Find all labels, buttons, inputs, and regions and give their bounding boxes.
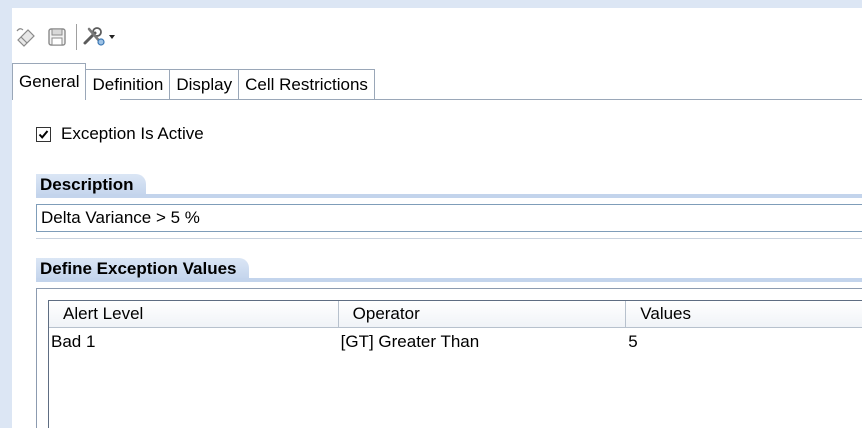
cell-value: Bad 1 bbox=[51, 332, 96, 351]
tab-label: Cell Restrictions bbox=[245, 75, 368, 94]
toolbar bbox=[12, 18, 117, 56]
save-button[interactable] bbox=[42, 22, 72, 52]
tab-strip: General Definition Display Cell Restrict… bbox=[12, 62, 375, 100]
exception-values-grid[interactable]: Alert Level Operator Values Bad 1 [GT] G… bbox=[48, 300, 862, 428]
eraser-button[interactable] bbox=[12, 22, 42, 52]
description-header-label: Description bbox=[40, 175, 134, 194]
tab-label: Display bbox=[176, 75, 233, 94]
column-header-label: Alert Level bbox=[63, 304, 144, 323]
description-input[interactable]: Delta Variance > 5 % bbox=[36, 204, 862, 232]
cell-value: [GT] Greater Than bbox=[340, 332, 480, 351]
tools-dropdown-button[interactable] bbox=[81, 22, 117, 52]
define-values-group-header: Define Exception Values bbox=[36, 258, 249, 280]
tab-display[interactable]: Display bbox=[170, 69, 240, 100]
save-icon bbox=[48, 28, 66, 46]
description-header-underline bbox=[36, 194, 862, 198]
description-value: Delta Variance > 5 % bbox=[41, 208, 200, 227]
table-row[interactable]: Bad 1 [GT] Greater Than 5 bbox=[49, 328, 862, 356]
grid-header: Alert Level Operator Values bbox=[49, 301, 862, 328]
description-divider bbox=[36, 238, 862, 239]
tab-label: Definition bbox=[92, 75, 164, 94]
checkmark-icon bbox=[38, 129, 49, 139]
cell-operator[interactable]: [GT] Greater Than bbox=[339, 328, 627, 356]
cell-value: 5 bbox=[628, 332, 638, 351]
tab-label: General bbox=[19, 72, 80, 91]
tab-cell-restrictions[interactable]: Cell Restrictions bbox=[239, 69, 375, 100]
define-values-header-label: Define Exception Values bbox=[40, 259, 237, 278]
column-header-label: Operator bbox=[352, 304, 420, 323]
window-top-border bbox=[0, 0, 862, 8]
eraser-icon bbox=[16, 28, 35, 47]
tab-general[interactable]: General bbox=[12, 63, 87, 100]
tab-definition[interactable]: Definition bbox=[86, 69, 171, 100]
chevron-down-icon bbox=[109, 35, 115, 39]
exception-active-checkbox[interactable] bbox=[36, 126, 51, 142]
column-header-label: Values bbox=[640, 304, 691, 323]
tab-baseline bbox=[120, 99, 862, 100]
column-header-operator[interactable]: Operator bbox=[339, 301, 627, 327]
toolbar-separator bbox=[76, 24, 77, 50]
column-header-values[interactable]: Values bbox=[626, 301, 862, 327]
cell-alert-level[interactable]: Bad 1 bbox=[49, 328, 339, 356]
tools-icon bbox=[83, 27, 105, 46]
window-left-border bbox=[0, 0, 12, 428]
description-group-header: Description bbox=[36, 174, 146, 196]
define-values-header-underline bbox=[36, 278, 862, 282]
exception-active-label: Exception Is Active bbox=[61, 124, 204, 143]
column-header-alert-level[interactable]: Alert Level bbox=[49, 301, 339, 327]
exception-active-row: Exception Is Active bbox=[36, 124, 204, 144]
cell-values[interactable]: 5 bbox=[626, 328, 862, 356]
